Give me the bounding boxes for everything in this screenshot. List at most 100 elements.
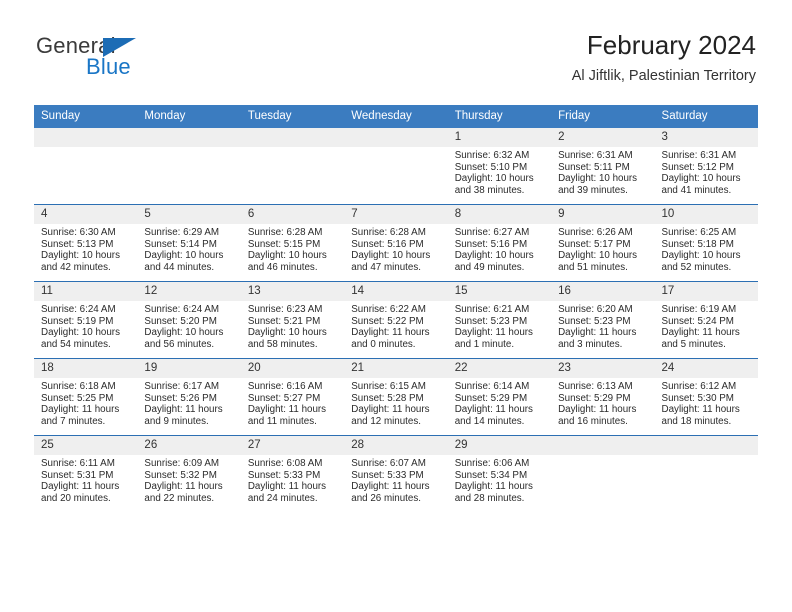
calendar-day-cell[interactable]: 5 Sunrise: 6:29 AM Sunset: 5:14 PM Daylight… <box>137 204 241 282</box>
daylight-text-line2: and 14 minutes. <box>454 415 525 427</box>
daylight-text-line2: and 51 minutes. <box>558 261 628 273</box>
sunrise-text: Sunrise: 6:28 AM <box>351 227 426 238</box>
calendar-day-cell[interactable]: 20 Sunrise: 6:16 AM Sunset: 5:27 PM Dayligh… <box>240 358 345 436</box>
weekday-header-wednesday: Wednesday <box>344 105 448 128</box>
sunrise-text: Sunrise: 6:25 AM <box>661 227 737 238</box>
daylight-text-line1: Daylight: 10 hours <box>247 250 327 262</box>
calendar-day-cell[interactable]: 21 Sunrise: 6:15 AM Sunset: 5:28 PM Dayligh… <box>344 358 448 436</box>
sunset-text: Sunset: 5:33 PM <box>247 469 321 481</box>
calendar-day-cell[interactable]: 23 Sunrise: 6:13 AM Sunset: 5:29 PM Dayligh… <box>551 358 655 436</box>
calendar-day-cell[interactable]: 12 Sunrise: 6:24 AM Sunset: 5:20 PM Dayligh… <box>137 281 241 359</box>
day-box: 27 Sunrise: 6:08 AM Sunset: 5:33 PM Dayligh… <box>240 436 345 512</box>
day-number: 7 <box>344 205 448 224</box>
daylight-text-line1: Daylight: 11 hours <box>558 327 637 339</box>
daylight-text-line1: Daylight: 11 hours <box>454 327 533 339</box>
day-number <box>654 436 758 455</box>
day-sun-info: Sunrise: 6:07 AM Sunset: 5:33 PM Daylight:… <box>344 455 447 504</box>
calendar-day-cell[interactable]: 19 Sunrise: 6:17 AM Sunset: 5:26 PM Dayligh… <box>137 358 241 436</box>
day-sun-info: Sunrise: 6:20 AM Sunset: 5:23 PM Daylight:… <box>551 301 654 350</box>
day-number: 24 <box>654 359 758 378</box>
daylight-text-line1: Daylight: 11 hours <box>41 481 120 493</box>
daylight-text-line2: and 44 minutes. <box>144 261 215 273</box>
daylight-text-line2: and 47 minutes. <box>351 261 421 273</box>
calendar-day-cell[interactable]: 26 Sunrise: 6:09 AM Sunset: 5:32 PM Dayligh… <box>137 435 241 512</box>
day-box <box>34 128 138 204</box>
day-number <box>137 128 241 147</box>
sunrise-text: Sunrise: 6:27 AM <box>454 227 530 238</box>
day-number: 13 <box>240 282 345 301</box>
daylight-text-line1: Daylight: 11 hours <box>661 404 740 416</box>
daylight-text-line2: and 3 minutes. <box>558 338 623 350</box>
sunset-text: Sunset: 5:10 PM <box>454 161 528 173</box>
daylight-text-line2: and 0 minutes. <box>351 338 416 350</box>
daylight-text-line2: and 7 minutes. <box>41 415 106 427</box>
calendar-day-cell[interactable]: 9 Sunrise: 6:26 AM Sunset: 5:17 PM Daylight… <box>551 204 655 282</box>
day-number: 10 <box>654 205 758 224</box>
calendar-day-cell[interactable]: 3 Sunrise: 6:31 AM Sunset: 5:12 PM Daylight… <box>654 128 758 205</box>
calendar-day-cell[interactable]: 7 Sunrise: 6:28 AM Sunset: 5:16 PM Daylight… <box>344 204 448 282</box>
sunset-text: Sunset: 5:22 PM <box>351 315 424 327</box>
daylight-text-line1: Daylight: 10 hours <box>661 173 741 185</box>
day-box: 28 Sunrise: 6:07 AM Sunset: 5:33 PM Dayligh… <box>344 436 448 512</box>
daylight-text-line2: and 58 minutes. <box>247 338 318 350</box>
day-sun-info: Sunrise: 6:28 AM Sunset: 5:16 PM Daylight:… <box>344 224 447 273</box>
daylight-text-line2: and 56 minutes. <box>144 338 215 350</box>
calendar-day-cell[interactable]: 27 Sunrise: 6:08 AM Sunset: 5:33 PM Dayligh… <box>240 435 345 512</box>
sunset-text: Sunset: 5:16 PM <box>351 238 424 250</box>
calendar-day-cell[interactable]: 15 Sunrise: 6:21 AM Sunset: 5:23 PM Dayligh… <box>447 281 552 359</box>
calendar-day-cell[interactable]: 24 Sunrise: 6:12 AM Sunset: 5:30 PM Dayligh… <box>654 358 758 436</box>
calendar-day-cell[interactable]: 13 Sunrise: 6:23 AM Sunset: 5:21 PM Dayligh… <box>240 281 345 359</box>
day-number: 28 <box>344 436 448 455</box>
day-box: 20 Sunrise: 6:16 AM Sunset: 5:27 PM Dayligh… <box>240 359 345 435</box>
calendar-day-cell[interactable]: 6 Sunrise: 6:28 AM Sunset: 5:15 PM Daylight… <box>240 204 345 282</box>
day-box: 16 Sunrise: 6:20 AM Sunset: 5:23 PM Dayligh… <box>551 282 655 358</box>
daylight-text-line1: Daylight: 11 hours <box>454 404 533 416</box>
calendar-day-cell[interactable]: 10 Sunrise: 6:25 AM Sunset: 5:18 PM Dayligh… <box>654 204 758 282</box>
day-box: 1 Sunrise: 6:32 AM Sunset: 5:10 PM Daylight… <box>447 128 552 204</box>
calendar-day-cell[interactable]: 4 Sunrise: 6:30 AM Sunset: 5:13 PM Daylight… <box>34 204 138 282</box>
daylight-text-line2: and 9 minutes. <box>144 415 209 427</box>
sunrise-text: Sunrise: 6:28 AM <box>247 227 323 238</box>
calendar-week-row: 25 Sunrise: 6:11 AM Sunset: 5:31 PM Dayligh… <box>34 435 758 512</box>
calendar-day-cell[interactable]: 22 Sunrise: 6:14 AM Sunset: 5:29 PM Dayligh… <box>447 358 552 436</box>
calendar-day-cell[interactable]: 28 Sunrise: 6:07 AM Sunset: 5:33 PM Dayligh… <box>344 435 448 512</box>
day-box <box>344 128 448 204</box>
calendar-day-cell[interactable]: 18 Sunrise: 6:18 AM Sunset: 5:25 PM Dayligh… <box>34 358 138 436</box>
sunset-text: Sunset: 5:29 PM <box>558 392 631 404</box>
calendar-week-row: 4 Sunrise: 6:30 AM Sunset: 5:13 PM Daylight… <box>34 204 758 282</box>
weekday-header-monday: Monday <box>137 105 241 128</box>
sunset-text: Sunset: 5:28 PM <box>351 392 424 404</box>
sunset-text: Sunset: 5:19 PM <box>41 315 114 327</box>
day-sun-info: Sunrise: 6:21 AM Sunset: 5:23 PM Daylight:… <box>448 301 551 350</box>
calendar-day-cell[interactable]: 8 Sunrise: 6:27 AM Sunset: 5:16 PM Daylight… <box>447 204 552 282</box>
sunset-text: Sunset: 5:14 PM <box>144 238 217 250</box>
calendar-day-cell[interactable]: 29 Sunrise: 6:06 AM Sunset: 5:34 PM Dayligh… <box>447 435 552 512</box>
daylight-text-line2: and 52 minutes. <box>661 261 732 273</box>
sunrise-text: Sunrise: 6:12 AM <box>661 381 737 392</box>
daylight-text-line2: and 38 minutes. <box>454 184 525 196</box>
calendar-table: Sunday Monday Tuesday Wednesday Thursday… <box>34 105 758 512</box>
day-box: 10 Sunrise: 6:25 AM Sunset: 5:18 PM Dayligh… <box>654 205 758 281</box>
day-number: 6 <box>240 205 345 224</box>
calendar-day-cell[interactable]: 25 Sunrise: 6:11 AM Sunset: 5:31 PM Dayligh… <box>34 435 138 512</box>
calendar-day-cell[interactable]: 14 Sunrise: 6:22 AM Sunset: 5:22 PM Dayligh… <box>344 281 448 359</box>
day-number <box>551 436 655 455</box>
calendar-day-cell[interactable]: 17 Sunrise: 6:19 AM Sunset: 5:24 PM Dayligh… <box>654 281 758 359</box>
sunrise-text: Sunrise: 6:32 AM <box>454 150 530 161</box>
calendar-day-cell[interactable]: 2 Sunrise: 6:31 AM Sunset: 5:11 PM Daylight… <box>551 128 655 205</box>
calendar-day-cell[interactable]: 16 Sunrise: 6:20 AM Sunset: 5:23 PM Dayligh… <box>551 281 655 359</box>
day-sun-info: Sunrise: 6:28 AM Sunset: 5:15 PM Daylight:… <box>241 224 344 273</box>
day-sun-info: Sunrise: 6:12 AM Sunset: 5:30 PM Daylight:… <box>655 378 758 427</box>
daylight-text-line1: Daylight: 10 hours <box>351 250 431 262</box>
day-sun-info <box>34 147 137 150</box>
sunrise-text: Sunrise: 6:19 AM <box>661 304 737 315</box>
day-number: 25 <box>34 436 138 455</box>
day-sun-info: Sunrise: 6:17 AM Sunset: 5:26 PM Daylight:… <box>137 378 240 427</box>
sunset-text: Sunset: 5:18 PM <box>661 238 734 250</box>
day-number: 3 <box>654 128 758 147</box>
general-blue-logo[interactable]: General Blue <box>36 34 216 82</box>
calendar-day-cell[interactable]: 1 Sunrise: 6:32 AM Sunset: 5:10 PM Daylight… <box>447 128 552 205</box>
day-box <box>137 128 241 204</box>
sunrise-text: Sunrise: 6:24 AM <box>144 304 220 315</box>
calendar-day-cell[interactable]: 11 Sunrise: 6:24 AM Sunset: 5:19 PM Dayligh… <box>34 281 138 359</box>
